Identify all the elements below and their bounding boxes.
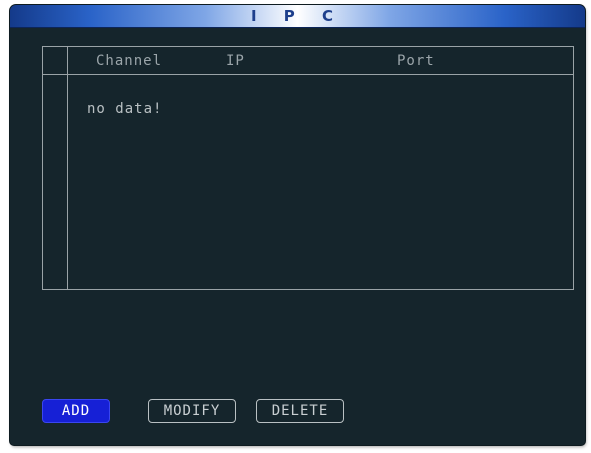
header-divider [43,74,573,75]
add-button[interactable]: ADD [42,399,110,423]
delete-button[interactable]: DELETE [256,399,344,423]
index-column-divider [67,47,68,289]
column-header-port: Port [397,53,435,69]
ipc-table: Channel IP Port no data! [42,46,574,290]
empty-table-message: no data! [87,101,163,117]
modify-button[interactable]: MODIFY [148,399,236,423]
column-header-channel: Channel [96,53,163,69]
column-header-ip: IP [226,53,245,69]
ipc-dialog: I P C Channel IP Port no data! ADD MODIF… [10,5,585,445]
dialog-title: I P C [250,7,345,25]
title-bar: I P C [10,5,585,28]
